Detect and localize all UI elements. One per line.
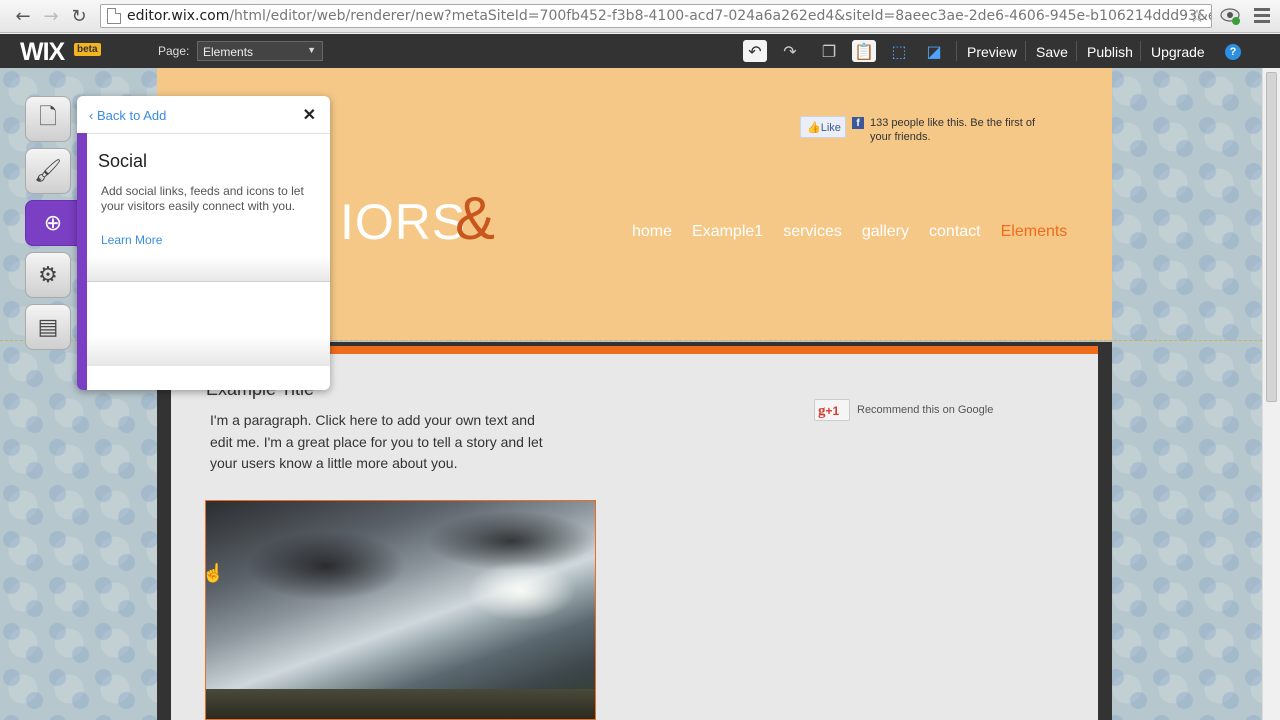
site-logo-text[interactable]: IORS <box>340 193 466 251</box>
paragraph-text[interactable]: I'm a paragraph. Click here to add your … <box>210 410 560 475</box>
chevron-left-icon: ‹ <box>89 108 97 123</box>
page-icon <box>107 8 121 24</box>
wix-editor-toolbar: WIX beta Page: Elements ▼ ↶ ↷ ❐ 📋 ⬚ ◪ Pr… <box>0 34 1280 68</box>
copy-icon[interactable]: ❐ <box>817 40 841 62</box>
save-button[interactable]: Save <box>1036 44 1068 60</box>
add-social-panel: ‹ Back to Add ✕ Social Add social links,… <box>77 96 330 390</box>
close-icon[interactable]: ✕ <box>303 105 316 125</box>
upgrade-button[interactable]: Upgrade <box>1151 44 1205 60</box>
facebook-like-count: 133 people like this. Be the first of yo… <box>870 117 1036 143</box>
thumbs-up-icon: 👍 <box>807 122 821 134</box>
app-market-icon[interactable]: ▤ <box>25 304 71 350</box>
learn-more-link[interactable]: Learn More <box>101 233 162 247</box>
redo-icon[interactable]: ↷ <box>778 40 802 62</box>
panel-title: Social <box>98 151 148 171</box>
settings-gear-icon[interactable]: ⚙ <box>25 252 71 298</box>
design-brush-icon[interactable]: 🖌 <box>25 148 71 194</box>
publish-button[interactable]: Publish <box>1087 44 1133 60</box>
url-path: /html/editor/web/renderer/new?metaSiteId… <box>229 8 1212 24</box>
bookmark-star-icon[interactable]: ☆ <box>1189 6 1205 27</box>
site-logo-ampersand[interactable]: & <box>455 184 495 253</box>
like-label: Like <box>820 122 841 134</box>
browser-menu-icon[interactable] <box>1254 8 1270 24</box>
snap-icon[interactable]: ◪ <box>922 40 946 62</box>
page-label: Page: <box>158 44 190 58</box>
back-arrow-icon[interactable]: ← <box>12 5 34 27</box>
scrollbar-thumb[interactable] <box>1266 72 1277 402</box>
facebook-icon: f <box>852 117 864 129</box>
plus-one-label: +1 <box>825 404 840 418</box>
preview-button[interactable]: Preview <box>967 44 1017 60</box>
back-to-add-label: Back to Add <box>96 108 167 123</box>
beta-badge: beta <box>74 43 101 56</box>
reload-icon[interactable]: ↻ <box>68 5 90 27</box>
site-navigation[interactable]: home Example1 services gallery contact E… <box>632 223 1087 241</box>
landscape-photo[interactable] <box>205 500 596 720</box>
pages-tool-icon[interactable]: 🗋 <box>25 96 71 142</box>
add-plus-icon[interactable]: ⊕ <box>25 200 81 246</box>
nav-item-contact[interactable]: contact <box>929 223 981 241</box>
nav-item-example1[interactable]: Example1 <box>692 223 763 241</box>
hand-cursor-icon: ☝ <box>202 563 225 583</box>
facebook-like-button[interactable]: 👍Like <box>800 116 846 138</box>
paste-icon[interactable]: 📋 <box>852 40 876 62</box>
url-host: editor.wix.com <box>127 8 230 24</box>
nav-item-home[interactable]: home <box>632 223 672 241</box>
panel-accent-bar <box>77 133 87 390</box>
browser-toolbar: ← → ↻ editor.wix.com/html/editor/web/ren… <box>0 0 1280 33</box>
google-g-icon: g <box>818 403 826 419</box>
back-to-add-link[interactable]: ‹ Back to Add <box>89 108 166 123</box>
nav-item-services[interactable]: services <box>783 223 842 241</box>
google-plus-button[interactable]: g+1 <box>814 399 850 421</box>
help-button[interactable]: ? <box>1225 44 1241 60</box>
wix-logo: WIX <box>20 38 65 66</box>
page-dropdown[interactable]: Elements ▼ <box>197 41 323 61</box>
chevron-down-icon: ▼ <box>307 45 316 55</box>
page-dropdown-value: Elements <box>203 45 254 59</box>
nav-item-elements[interactable]: Elements <box>1001 223 1068 241</box>
forward-arrow-icon[interactable]: → <box>40 5 62 27</box>
grid-lines-icon[interactable]: ⬚ <box>887 40 911 62</box>
panel-item-slot[interactable] <box>87 336 330 366</box>
extension-eye-icon[interactable] <box>1220 6 1242 26</box>
panel-item-slot[interactable] <box>87 256 330 282</box>
address-bar[interactable]: editor.wix.com/html/editor/web/renderer/… <box>100 4 1212 28</box>
nav-item-gallery[interactable]: gallery <box>862 223 909 241</box>
google-recommend-text: Recommend this on Google <box>857 404 994 416</box>
canvas-scrollbar[interactable] <box>1262 68 1280 720</box>
panel-description: Add social links, feeds and icons to let… <box>101 184 304 213</box>
undo-icon[interactable]: ↶ <box>743 40 767 62</box>
